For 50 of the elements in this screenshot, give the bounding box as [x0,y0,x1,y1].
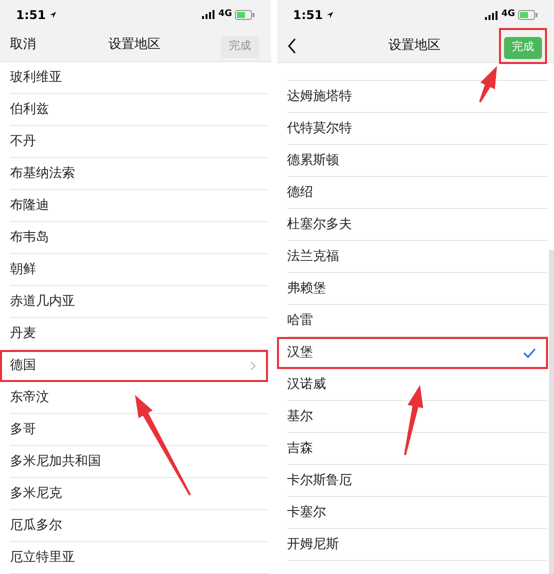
region-label: 哈雷 [287,312,313,330]
region-label: 厄瓜多尔 [10,517,62,536]
status-time: 1:51 [293,7,323,24]
region-label: 多米尼克 [10,485,62,504]
cancel-button[interactable]: 取消 [10,35,36,55]
chevron-icon [250,361,256,371]
region-label: 布韦岛 [10,229,49,248]
battery-icon [518,10,538,20]
annotation-arrow [479,66,497,102]
annotation-arrow [404,385,424,456]
signal-icon [485,10,498,20]
region-label: 德累斯顿 [287,152,339,170]
region-label: 汉诺威 [287,376,326,394]
region-label: 吉森 [287,440,313,458]
region-label: 达姆施塔特 [287,88,352,106]
location-arrow-icon [326,11,334,19]
region-label: 弗赖堡 [287,280,326,298]
region-label: 卡尔斯鲁厄 [287,472,352,490]
location-arrow-icon [48,10,57,18]
region-label: 多哥 [10,421,36,440]
region-row[interactable]: 汉堡 [277,337,548,369]
page-title: 设置地区 [108,36,160,54]
status-time: 1:51 [16,6,46,24]
battery-icon [235,10,255,20]
region-label: 赤道几内亚 [10,293,75,312]
region-label: 法兰克福 [287,248,339,266]
region-label: 卡塞尔 [287,504,326,522]
region-label: 布隆迪 [10,197,49,216]
region-label: 玻利维亚 [10,69,62,88]
region-label: 朝鲜 [10,261,36,280]
region-label: 不丹 [10,133,36,152]
page-title: 设置地区 [388,37,440,56]
region-label: 杜塞尔多夫 [287,216,352,234]
region-label: 德绍 [287,184,313,202]
region-label: 厄立特里亚 [10,549,75,568]
region-label: 基尔 [287,408,313,426]
region-label: 多米尼加共和国 [10,453,101,472]
region-label: 开姆尼斯 [287,536,339,554]
network-type: 4G [501,8,515,22]
region-row[interactable]: 德国 [0,350,268,382]
region-label: 代特莫尔特 [287,120,352,138]
region-label: 德国 [10,357,36,376]
region-label: 丹麦 [10,325,36,344]
region-label: 布基纳法索 [10,165,75,184]
region-label: 伯利兹 [10,101,49,120]
checkmark-icon [523,348,536,358]
signal-icon [202,10,216,19]
region-label: 汉堡 [287,344,313,362]
region-label: 东帝汶 [10,389,49,408]
network-type: 4G [218,8,232,21]
